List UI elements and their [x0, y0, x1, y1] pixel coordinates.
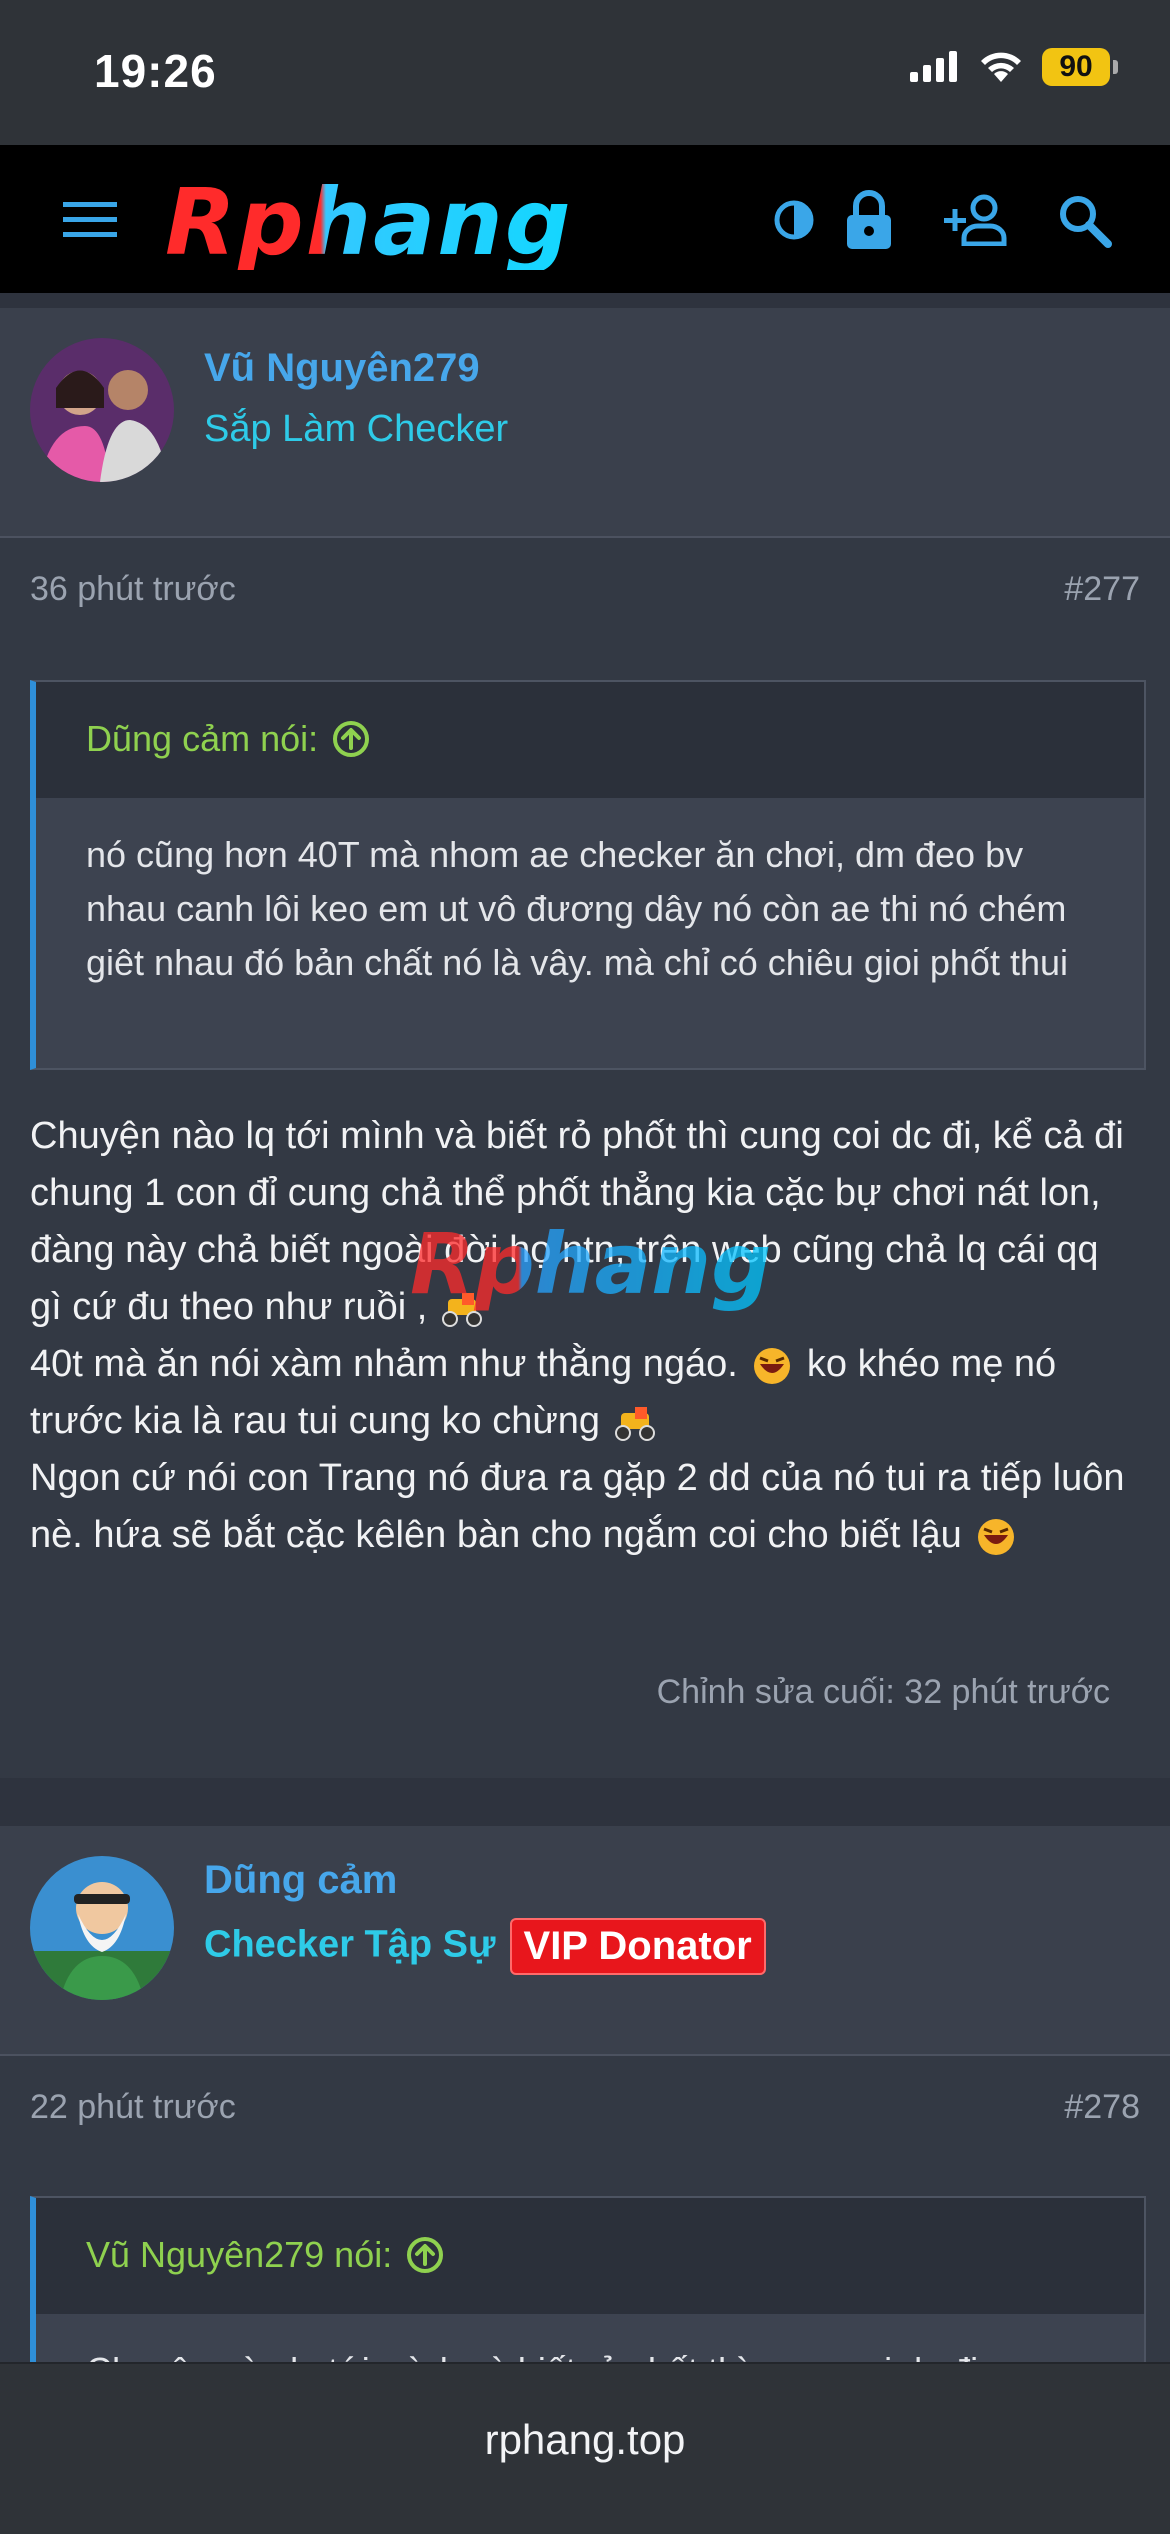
- status-icons: 90: [908, 48, 1118, 86]
- site-watermark: Rphang: [410, 1215, 772, 1313]
- theme-toggle-button[interactable]: [759, 185, 829, 255]
- post-body: Chuyện nào lq tới mình và biết rỏ phốt t…: [30, 1108, 1140, 1564]
- post-277: Vũ Nguyên279 Sắp Làm Checker 36 phút trư…: [0, 308, 1170, 1778]
- post-number[interactable]: #277: [1064, 570, 1140, 609]
- quote-header: Vũ Nguyên279 nói:: [36, 2198, 1144, 2314]
- search-button[interactable]: [1049, 185, 1119, 255]
- menu-button[interactable]: [55, 185, 125, 255]
- wifi-icon: [981, 52, 1021, 82]
- edited-note[interactable]: Chỉnh sửa cuối: 32 phút trước: [657, 1673, 1110, 1712]
- arrow-up-circle-icon: [333, 721, 370, 757]
- search-icon: [1060, 196, 1112, 248]
- user-title: Sắp Làm Checker: [204, 408, 509, 450]
- quote-text: nó cũng hơn 40T mà nhom ae checker ăn ch…: [86, 834, 1068, 983]
- login-button[interactable]: [834, 185, 904, 255]
- post-time[interactable]: 36 phút trước: [30, 570, 236, 609]
- user-title: Checker Tập Sự: [204, 1923, 496, 1966]
- arrow-up-circle-icon: [407, 2237, 444, 2273]
- quote-author-link[interactable]: Dũng cảm nói:: [86, 718, 370, 760]
- user-title-row: Checker Tập Sự VIP Donator: [204, 1918, 766, 1975]
- site-navbar: Rphang: [0, 145, 1170, 293]
- motorbike-emoji-icon: [614, 1406, 655, 1441]
- laughing-emoji-icon: [754, 1347, 791, 1384]
- register-button[interactable]: [942, 185, 1012, 255]
- status-time: 19:26: [94, 45, 217, 97]
- menu-icon: [63, 202, 117, 237]
- username[interactable]: Vũ Nguyên279: [204, 346, 480, 391]
- post-number[interactable]: #278: [1064, 2088, 1140, 2127]
- lock-icon: [847, 190, 891, 249]
- browser-url-bar[interactable]: rphang.top: [0, 2362, 1170, 2534]
- post-body-line: Ngon cứ nói con Trang nó đưa ra gặp 2 dd…: [30, 1457, 1125, 1556]
- post-time[interactable]: 22 phút trước: [30, 2088, 236, 2127]
- add-user-icon: [944, 194, 1007, 246]
- status-bar: 19:26 90: [0, 0, 1170, 145]
- quote-author: Dũng cảm nói:: [86, 718, 319, 759]
- username[interactable]: Dũng cảm: [204, 1858, 397, 1903]
- quote-author: Vũ Nguyên279 nói:: [86, 2234, 393, 2275]
- post-278: Dũng cảm Checker Tập Sự VIP Donator 22 ph…: [0, 1826, 1170, 2460]
- avatar[interactable]: [30, 338, 174, 482]
- quote-header: Dũng cảm nói:: [36, 682, 1144, 798]
- post-body-line: 40t mà ăn nói xàm nhảm như thằng ngáo.: [30, 1343, 738, 1385]
- battery-indicator: 90: [1042, 48, 1118, 86]
- quote-author-link[interactable]: Vũ Nguyên279 nói:: [86, 2234, 444, 2276]
- url-text[interactable]: rphang.top: [0, 2416, 1170, 2464]
- avatar[interactable]: [30, 1856, 174, 2000]
- signal-icon: [910, 51, 957, 82]
- post-header: Dũng cảm Checker Tập Sự VIP Donator: [0, 1826, 1170, 2056]
- post-header: Vũ Nguyên279 Sắp Làm Checker: [0, 308, 1170, 538]
- laughing-emoji-icon: [978, 1518, 1015, 1555]
- site-logo[interactable]: Rphang: [165, 175, 720, 270]
- quote-block: Dũng cảm nói: nó cũng hơn 40T mà nhom ae…: [30, 680, 1146, 1070]
- theme-toggle-icon: [774, 200, 814, 240]
- vip-badge: VIP Donator: [509, 1918, 766, 1975]
